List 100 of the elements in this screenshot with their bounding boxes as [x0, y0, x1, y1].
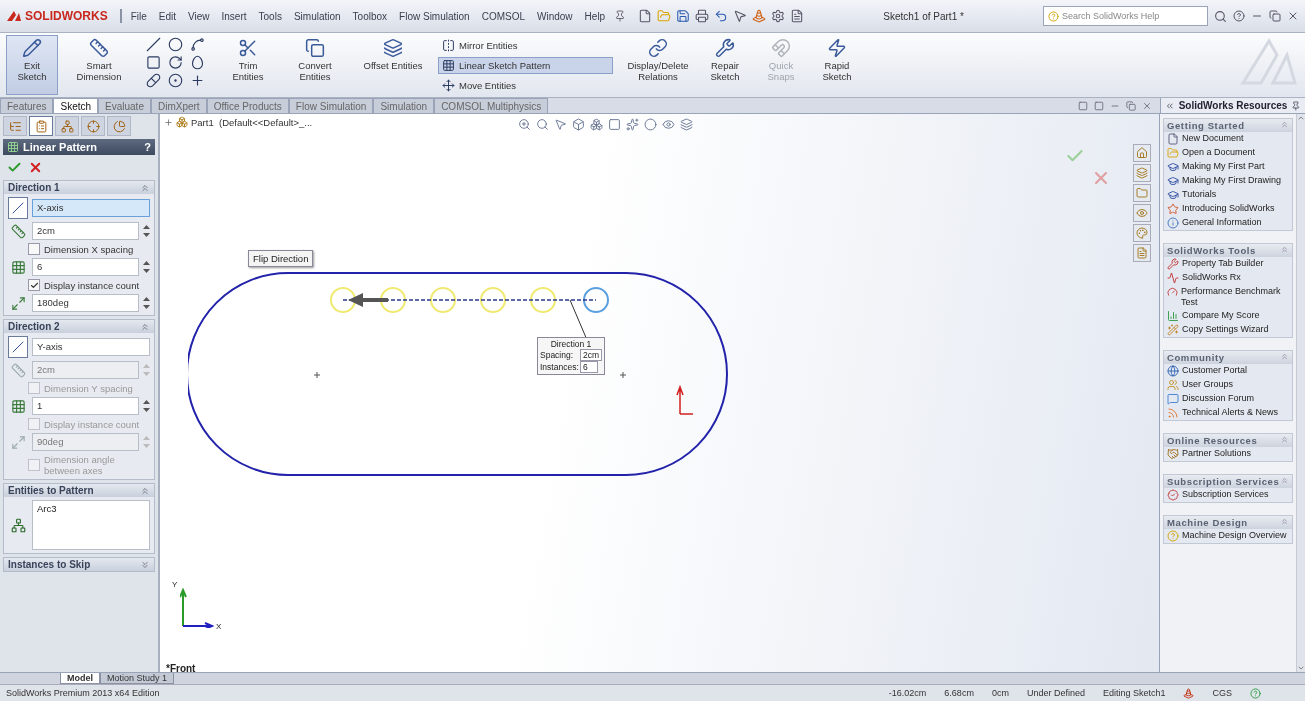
resource-link[interactable]: Performance Benchmark Test: [1164, 285, 1292, 309]
collapse-icon[interactable]: [140, 321, 150, 332]
menu-item[interactable]: Flow Simulation: [396, 10, 473, 22]
tab[interactable]: Evaluate: [98, 98, 151, 113]
resource-link[interactable]: General Information: [1164, 216, 1292, 230]
callout-field[interactable]: 6: [580, 361, 598, 373]
side-tab[interactable]: [1133, 144, 1151, 162]
checkbox[interactable]: [28, 279, 40, 291]
resource-link[interactable]: Making My First Part: [1164, 160, 1292, 174]
ribbon-button[interactable]: Rapid Sketch: [811, 35, 863, 95]
restore-icon[interactable]: [1126, 100, 1136, 111]
resource-link[interactable]: Open a Document: [1164, 146, 1292, 160]
help-icon[interactable]: [1250, 687, 1261, 699]
close-icon[interactable]: [1287, 10, 1299, 22]
search-field[interactable]: Search SolidWorks Help: [1043, 6, 1208, 26]
resource-link[interactable]: Making My First Drawing: [1164, 174, 1292, 188]
resource-link[interactable]: SolidWorks Rx: [1164, 271, 1292, 285]
ok-icon[interactable]: [7, 160, 22, 175]
resource-link[interactable]: Discussion Forum: [1164, 392, 1292, 406]
panel-tab[interactable]: [107, 116, 131, 136]
side-tab[interactable]: [1133, 244, 1151, 262]
side-tab[interactable]: [1133, 224, 1151, 242]
tab[interactable]: DimXpert: [150, 98, 207, 113]
tree-item[interactable]: Part1 (Default<<Default>_...: [191, 116, 313, 128]
ribbon-button[interactable]: Display/Delete Relations: [621, 35, 695, 95]
resource-link[interactable]: Tutorials: [1164, 188, 1292, 202]
panel-tab[interactable]: [81, 116, 105, 136]
menu-item[interactable]: Help: [581, 10, 609, 22]
help-icon[interactable]: [1233, 10, 1245, 22]
resource-link[interactable]: Technical Alerts & News: [1164, 406, 1292, 420]
tab[interactable]: COMSOL Multiphysics: [434, 98, 549, 113]
collapse-icon[interactable]: [1165, 100, 1175, 111]
menu-item[interactable]: Insert: [218, 10, 250, 22]
scroll-up-icon[interactable]: [1297, 114, 1305, 122]
collapse-icon[interactable]: [1280, 476, 1289, 485]
collapse-icon[interactable]: [1280, 517, 1289, 526]
collapse-icon[interactable]: [1280, 120, 1289, 129]
collapse-icon[interactable]: [1280, 245, 1289, 254]
close-icon[interactable]: [1142, 100, 1152, 111]
tile-icon[interactable]: [1094, 100, 1104, 111]
checkbox[interactable]: [28, 243, 40, 255]
collapse-icon[interactable]: [1280, 435, 1289, 444]
help-button[interactable]: ?: [144, 141, 151, 153]
collapse-icon[interactable]: [140, 559, 150, 570]
side-tab[interactable]: [1133, 184, 1151, 202]
callout-field[interactable]: 2cm: [580, 349, 603, 361]
resource-link[interactable]: User Groups: [1164, 378, 1292, 392]
menu-item[interactable]: View: [185, 10, 213, 22]
search-icon[interactable]: [1214, 9, 1227, 23]
collapse-icon[interactable]: [140, 485, 150, 496]
menu-item[interactable]: COMSOL: [478, 10, 528, 22]
tab[interactable]: Features: [0, 98, 54, 113]
tab[interactable]: Flow Simulation: [288, 98, 374, 113]
axis-field[interactable]: X-axis: [32, 199, 150, 217]
spin-field[interactable]: 180deg: [32, 294, 139, 312]
spin-arrows-icon[interactable]: [143, 296, 150, 310]
list-item[interactable]: Arc3: [37, 503, 145, 514]
ribbon-button[interactable]: Convert Entities: [278, 35, 352, 95]
ribbon-button[interactable]: Trim Entities: [222, 35, 274, 95]
resource-link[interactable]: Introducing SolidWorks: [1164, 202, 1292, 216]
ribbon-button[interactable]: Offset Entities: [356, 35, 430, 95]
resource-link[interactable]: New Document: [1164, 132, 1292, 146]
panel-tab[interactable]: [29, 116, 53, 136]
side-tab[interactable]: [1133, 204, 1151, 222]
ribbon-button[interactable]: Exit Sketch: [6, 35, 58, 95]
menu-item[interactable]: Toolbox: [349, 10, 391, 22]
panel-tab[interactable]: [55, 116, 79, 136]
spin-field[interactable]: 6: [32, 258, 139, 276]
side-tab[interactable]: [1133, 164, 1151, 182]
menu-item[interactable]: File: [127, 10, 150, 22]
tab[interactable]: Office Products: [206, 98, 289, 113]
ribbon-button[interactable]: Linear Sketch Pattern: [438, 56, 613, 74]
tab[interactable]: Simulation: [373, 98, 435, 113]
panel-tab[interactable]: [3, 116, 27, 136]
resource-link[interactable]: Compare My Score: [1164, 309, 1292, 323]
menu-item[interactable]: Window: [534, 10, 576, 22]
scrollbar[interactable]: [1296, 114, 1305, 672]
resource-link[interactable]: Property Tab Builder: [1164, 257, 1292, 271]
ribbon-button[interactable]: Move Entities: [438, 76, 613, 94]
menu-item[interactable]: Tools: [255, 10, 285, 22]
spin-arrows-icon[interactable]: [143, 399, 150, 413]
tab[interactable]: Sketch: [53, 98, 99, 113]
menu-item[interactable]: Edit: [155, 10, 180, 22]
resource-link[interactable]: Partner Solutions: [1164, 447, 1292, 461]
resource-link[interactable]: Copy Settings Wizard: [1164, 323, 1292, 337]
expand-icon[interactable]: [164, 117, 173, 127]
units-selector[interactable]: CGS: [1212, 688, 1232, 698]
spin-field[interactable]: 1: [32, 397, 139, 415]
resource-link[interactable]: Subscription Services: [1164, 488, 1292, 502]
tile-icon[interactable]: [1078, 100, 1088, 111]
axis-field[interactable]: Y-axis: [32, 338, 150, 356]
scroll-down-icon[interactable]: [1297, 664, 1305, 672]
restore-icon[interactable]: [1269, 10, 1281, 22]
ribbon-button[interactable]: Mirror Entities: [438, 36, 613, 54]
spin-arrows-icon[interactable]: [143, 260, 150, 274]
resource-link[interactable]: Machine Design Overview: [1164, 529, 1292, 543]
cancel-icon[interactable]: [28, 160, 43, 175]
resource-link[interactable]: Customer Portal: [1164, 364, 1292, 378]
pin-icon[interactable]: [614, 10, 627, 22]
pin-icon[interactable]: [1291, 100, 1301, 111]
